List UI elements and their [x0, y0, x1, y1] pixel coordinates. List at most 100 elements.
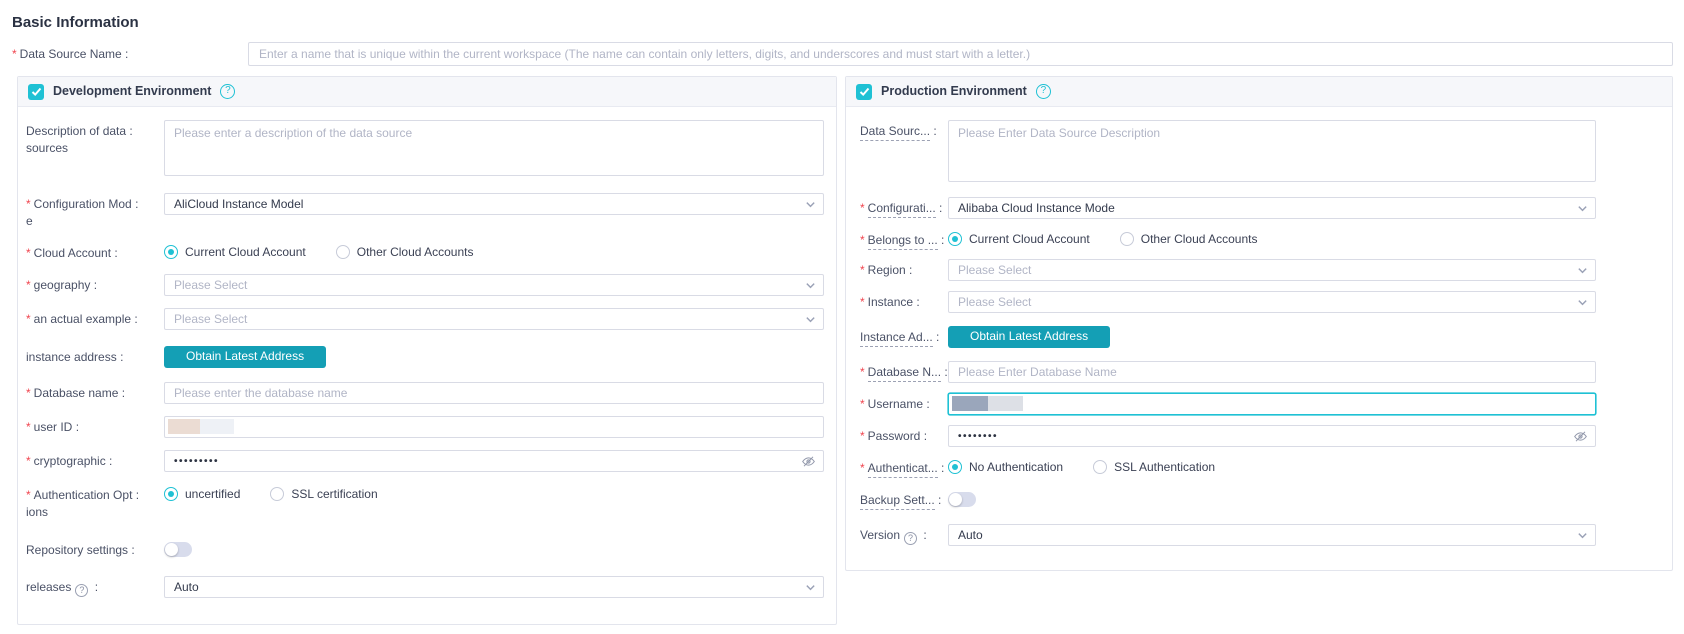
- user_id-input[interactable]: [164, 415, 824, 438]
- authentication_method-label: * Authenticat... :: [860, 457, 948, 478]
- database_name-input[interactable]: [164, 381, 824, 404]
- label-text: Password: [867, 428, 921, 443]
- authentication_method-option-0[interactable]: No Authentication: [948, 459, 1063, 476]
- required-asterisk: *: [860, 294, 865, 309]
- radio-label: Other Cloud Accounts: [356, 244, 474, 259]
- label-line: instance address :: [26, 349, 164, 366]
- geography-select[interactable]: Please Select: [164, 273, 824, 296]
- field-row-version: Version? : Auto: [846, 523, 1672, 546]
- label-text: Repository settings: [26, 542, 129, 557]
- label-line: * Database N... :: [860, 364, 948, 382]
- environment-checkbox[interactable]: [856, 83, 872, 100]
- label-text-wrapped: sources: [26, 141, 69, 155]
- data_source_description-textarea[interactable]: [948, 120, 1596, 182]
- backup_settings-toggle[interactable]: [948, 491, 976, 507]
- releases-control: Auto: [164, 575, 824, 598]
- data-source-name-input[interactable]: [248, 42, 1673, 66]
- help-icon[interactable]: ?: [220, 84, 236, 99]
- field-row-username: * Username :: [846, 392, 1672, 415]
- database_name-label: * Database N... :: [860, 361, 948, 382]
- masked-password-value: •••••••••: [174, 455, 220, 467]
- description-control: [164, 120, 824, 181]
- user_id-control: [164, 415, 824, 438]
- field-row-cloud_account: * Cloud Account : Current Cloud Account Oth…: [18, 242, 836, 262]
- instance_address-button[interactable]: Obtain Latest Address: [164, 345, 327, 368]
- belongs_to-option-1[interactable]: Other Cloud Accounts: [1119, 231, 1257, 248]
- label-text: Data Sourc...: [860, 124, 931, 141]
- field-row-authentication_options: * Authentication Opt : ions uncertified SSL …: [18, 484, 836, 521]
- instance-select[interactable]: Please Select: [948, 290, 1596, 313]
- instance-control: Please Select: [948, 290, 1596, 313]
- cloud_account-radio-group: Current Cloud Account Other Cloud Account…: [164, 242, 824, 261]
- authentication_options-option-0[interactable]: uncertified: [164, 486, 240, 503]
- label-text: instance address: [26, 349, 117, 364]
- region-label: * Region :: [860, 259, 948, 279]
- label-colon: :: [920, 527, 927, 542]
- authentication_options-label: * Authentication Opt : ions: [26, 484, 164, 521]
- label-line: * Database name :: [26, 385, 164, 402]
- authentication_options-option-1[interactable]: SSL certification: [270, 486, 378, 503]
- help-icon[interactable]: ?: [1035, 84, 1051, 99]
- field-row-region: * Region : Please Select: [846, 258, 1672, 281]
- label-line: * cryptographic :: [26, 453, 164, 470]
- version-select[interactable]: Auto: [948, 523, 1596, 546]
- radio-selected-icon: [948, 460, 962, 475]
- field-row-instance_address: instance address : Obtain Latest Address: [18, 345, 836, 368]
- data-source-name-label-wrap: * Data Source Name :: [12, 46, 248, 63]
- label-colon: :: [930, 124, 937, 138]
- chevron-down-icon: [805, 280, 816, 291]
- database_name-input[interactable]: [948, 360, 1596, 383]
- field-row-configuration_mode: * Configuration Mod : e AliCloud Instance M…: [18, 192, 836, 230]
- password-input[interactable]: ••••••••: [948, 424, 1596, 447]
- redacted-value: [168, 419, 200, 435]
- belongs_to-option-0[interactable]: Current Cloud Account: [948, 231, 1090, 248]
- password-visibility-icon[interactable]: [801, 454, 816, 469]
- data_source_description-control: [948, 120, 1596, 187]
- label-text: geography: [33, 277, 91, 292]
- help-icon[interactable]: ?: [904, 531, 918, 545]
- label-text: Description of data: [26, 124, 127, 138]
- help-icon[interactable]: ?: [75, 583, 89, 597]
- label-colon: :: [111, 245, 118, 260]
- label-text: Backup Sett...: [860, 492, 935, 510]
- belongs_to-radio-group: Current Cloud Account Other Cloud Account…: [948, 229, 1596, 248]
- label-text: Instance: [867, 294, 914, 309]
- chevron-down-icon: [1577, 530, 1588, 541]
- radio-label: Current Cloud Account: [185, 244, 306, 259]
- label-text-wrapped: e: [26, 213, 33, 228]
- configuration_mode-select[interactable]: Alibaba Cloud Instance Mode: [948, 196, 1596, 219]
- label-text: Database name: [33, 385, 119, 400]
- repository_settings-toggle[interactable]: [164, 541, 192, 557]
- label-line: * an actual example :: [26, 311, 164, 328]
- username-input[interactable]: [948, 392, 1596, 415]
- radio-icon: [1119, 232, 1134, 247]
- description-textarea[interactable]: [164, 120, 824, 176]
- chevron-down-icon: [1577, 265, 1588, 276]
- label-text: an actual example: [33, 311, 132, 326]
- password-visibility-icon[interactable]: [1573, 429, 1588, 444]
- region-select[interactable]: Please Select: [948, 258, 1596, 281]
- description-label: Description of data : sources: [26, 120, 164, 157]
- instance_address-button[interactable]: Obtain Latest Address: [948, 325, 1111, 348]
- required-asterisk: *: [26, 196, 31, 211]
- cryptographic-input[interactable]: •••••••••: [164, 449, 824, 472]
- cloud_account-option-0[interactable]: Current Cloud Account: [164, 244, 306, 261]
- required-asterisk: *: [860, 364, 865, 379]
- environment-checkbox[interactable]: [28, 83, 44, 100]
- field-row-user_id: * user ID :: [18, 415, 836, 438]
- select-value: Auto: [958, 527, 983, 542]
- radio-icon: [335, 245, 350, 260]
- label-colon: :: [937, 460, 945, 475]
- label-colon: :: [91, 579, 99, 594]
- cloud_account-option-1[interactable]: Other Cloud Accounts: [335, 244, 474, 261]
- label-line: * Configuration Mod :: [26, 196, 164, 213]
- configuration_mode-select[interactable]: AliCloud Instance Model: [164, 192, 824, 215]
- label-colon: :: [116, 349, 124, 364]
- releases-select[interactable]: Auto: [164, 575, 824, 598]
- required-asterisk: *: [12, 46, 17, 61]
- label-colon: :: [935, 200, 943, 215]
- user_id-label: * user ID :: [26, 416, 164, 436]
- backup_settings-control: [948, 489, 1596, 512]
- actual_example-select[interactable]: Please Select: [164, 307, 824, 330]
- authentication_method-option-1[interactable]: SSL Authentication: [1093, 459, 1215, 476]
